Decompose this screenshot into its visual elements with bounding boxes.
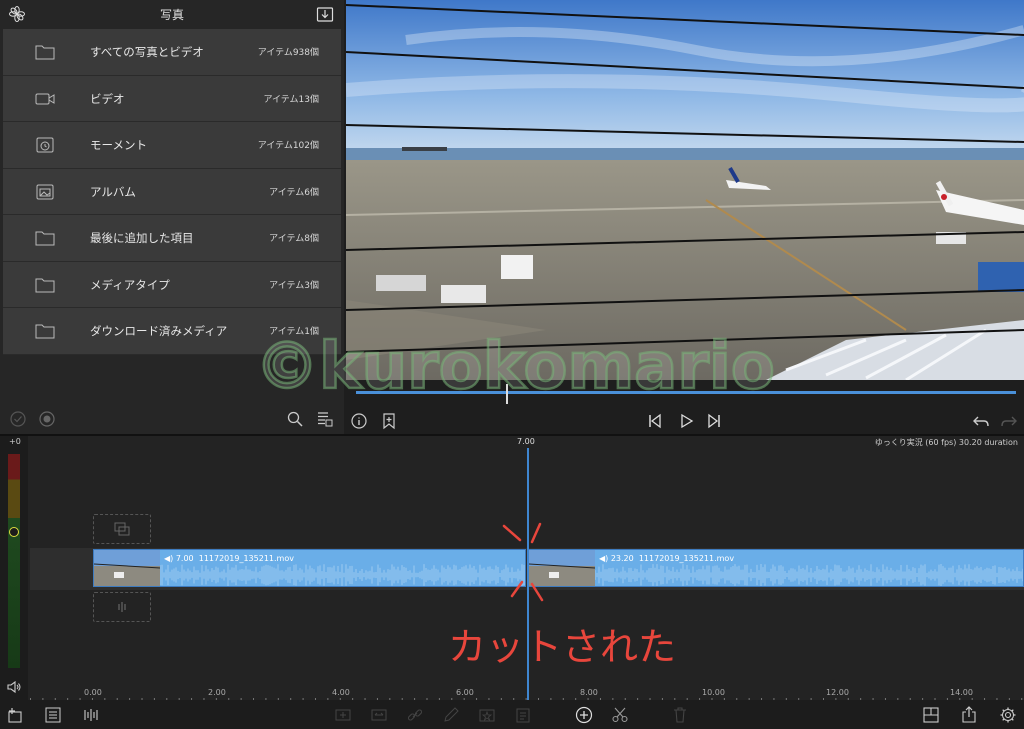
browser-item-count: アイテム8個 [269,234,319,244]
ruler-tick: 6.00 [456,688,474,697]
ruler-tick: 10.00 [702,688,725,697]
insert-clip-icon [335,709,351,721]
skip-forward-icon[interactable] [705,412,723,430]
undo-icon[interactable] [972,412,990,430]
folder-icon [35,278,55,292]
browser-header: 写真 [0,0,344,28]
browser-title: 写真 [159,8,184,22]
browser-item-label: モーメント [90,138,148,152]
moments-icon [36,137,54,153]
video-camera-icon [35,93,55,104]
gain-label: +0 [9,437,21,446]
split-view-icon [371,709,387,721]
layers-icon [114,522,130,536]
folder-icon [35,231,55,246]
browser-item-count: アイテム6個 [269,187,319,198]
add-icon[interactable] [575,706,593,724]
watermark: ©kurokomario [255,329,775,406]
browser-item-count: アイテム102個 [257,141,319,151]
ruler-tick: 14.00 [950,688,973,697]
clip-thumbnail [94,550,160,586]
speaker-icon[interactable] [6,679,22,695]
layout-icon[interactable] [922,706,940,724]
ruler-tick: 2.00 [208,688,226,697]
info-icon[interactable] [350,412,368,430]
ruler-tick: 4.00 [332,688,350,697]
trash-icon [674,707,686,723]
audio-meter: +0 [0,436,28,700]
settings-gear-icon[interactable] [999,706,1017,724]
bookmark-add-icon[interactable] [380,412,398,430]
track-list-icon[interactable] [44,706,62,724]
audio-track-slot[interactable] [93,592,151,622]
select-check-icon[interactable] [9,410,27,428]
browser-item-count: アイテム938個 [257,48,319,58]
audio-wave-icon [118,602,126,612]
browser-item-count: アイテム13個 [263,94,319,105]
browser-item-label: すべての写真とビデオ [90,45,204,59]
overlay-track-slot[interactable] [93,514,151,544]
redo-icon[interactable] [1000,412,1018,430]
volume-knob[interactable] [9,527,19,537]
project-info: ゆっくり実況 (60 fps) 30.20 duration [874,438,1018,447]
browser-item-video[interactable]: ビデオ アイテム13個 [3,75,341,122]
browser-item-label: 最後に追加した項目 [90,231,194,245]
add-track-icon[interactable] [6,706,24,724]
play-icon[interactable] [677,412,695,430]
browser-item-label: ビデオ [90,91,125,106]
browser-item-media-type[interactable]: メディアタイプ アイテム3個 [3,261,341,308]
waveform-toggle-icon[interactable] [82,706,100,724]
browser-item-album[interactable]: アルバム アイテム6個 [3,168,341,215]
folder-icon [35,45,55,60]
skip-back-icon[interactable] [646,412,664,430]
import-icon[interactable] [316,5,334,23]
ruler-tick: 0.00 [84,688,102,697]
scissors-icon[interactable] [611,706,629,724]
clip-info: ◀) 7.00 11172019_135211.mov [164,554,294,563]
cut-annotation: カットされた [448,522,676,669]
favorite-icon [479,709,495,722]
record-icon[interactable] [38,410,56,428]
clip-duration: 7.00 [175,554,194,563]
sort-list-icon[interactable] [316,410,334,428]
browser-item-label: メディアタイプ [90,277,170,292]
browser-item-all[interactable]: すべての写真とビデオ アイテム938個 [3,29,341,76]
clipboard-icon [516,708,530,723]
browser-item-recent[interactable]: 最後に追加した項目 アイテム8個 [3,215,341,262]
browser-item-label: アルバム [90,184,136,199]
browser-list: すべての写真とビデオ アイテム938個 ビデオ アイテム13個 モーメント アイ… [3,29,341,355]
browser-item-count: アイテム3個 [269,280,319,291]
playhead-time: 7.00 [517,437,535,446]
browser-item-moments[interactable]: モーメント アイテム102個 [3,122,341,169]
watermark-text: ©kurokomario [255,330,775,404]
search-icon[interactable] [286,410,304,428]
annotation-text: カットされた [448,625,676,669]
ruler-tick: 12.00 [826,688,849,697]
share-icon[interactable] [960,706,978,724]
folder-icon [35,324,55,339]
link-icon [407,709,423,721]
clip-filename: 11172019_135211.mov [198,554,294,563]
pen-icon [444,707,459,722]
ruler-tick: 8.00 [580,688,598,697]
browser-item-label: ダウンロード済みメディア [90,324,228,338]
level-meter-bar [8,454,20,668]
bottom-toolbar [0,700,1024,729]
album-icon [36,184,54,199]
